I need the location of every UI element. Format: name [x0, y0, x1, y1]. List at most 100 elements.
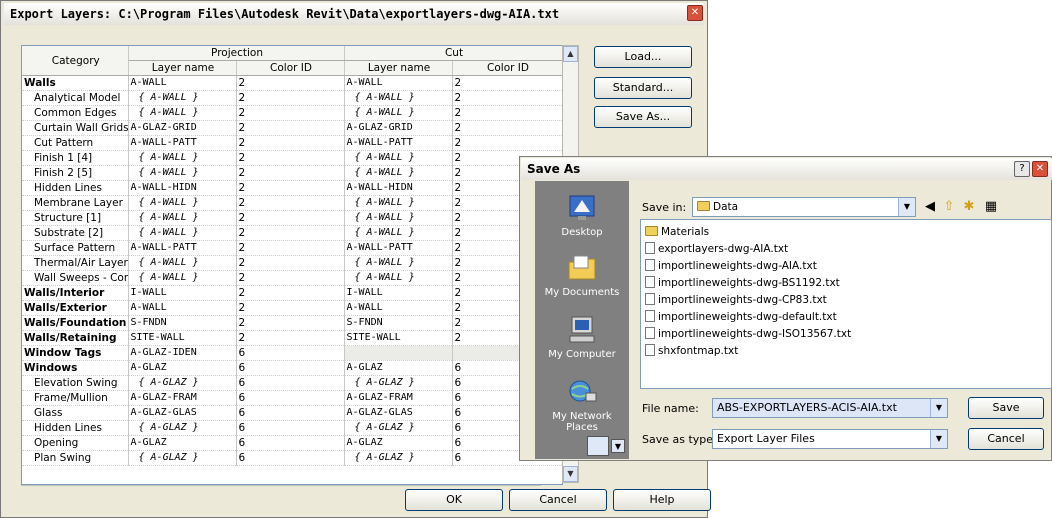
table-row[interactable]: Walls A-WALL 2 A-WALL 2	[22, 75, 562, 91]
cut-layer-cell[interactable]: { A-GLAZ }	[344, 450, 453, 466]
cut-layer-cell[interactable]: { A-WALL }	[344, 165, 453, 181]
cut-layer-cell[interactable]: { A-WALL }	[344, 255, 453, 271]
projection-layer-cell[interactable]: { A-WALL }	[128, 90, 237, 106]
place-desktop[interactable]: Desktop	[535, 193, 629, 238]
projection-color-cell[interactable]: 2	[236, 285, 345, 301]
table-row[interactable]: Finish 1 [4]{ A-WALL } 2{ A-WALL } 2	[22, 150, 562, 166]
table-row[interactable]: Analytical Model{ A-WALL } 2{ A-WALL } 2	[22, 90, 562, 106]
projection-layer-cell[interactable]: { A-WALL }	[128, 210, 237, 226]
projection-color-cell[interactable]: 2	[236, 225, 345, 241]
table-row[interactable]: Curtain Wall Grids A-GLAZ-GRID 2 A-GLAZ-GRI…	[22, 120, 562, 136]
projection-layer-cell[interactable]: A-WALL-HIDN	[128, 180, 237, 196]
table-row[interactable]: Elevation Swing{ A-GLAZ } 6{ A-GLAZ } 6	[22, 375, 562, 391]
scroll-up-icon[interactable]: ▲	[563, 46, 578, 62]
cut-layer-cell[interactable]: A-GLAZ	[344, 435, 453, 451]
projection-layer-cell[interactable]: A-WALL-PATT	[128, 240, 237, 256]
cut-layer-cell[interactable]: S-FNDN	[344, 315, 453, 331]
save-as-type-dropdown[interactable]: Export Layer Files ▼	[712, 429, 948, 449]
table-row[interactable]: Glass A-GLAZ-GLAS 6 A-GLAZ-GLAS 6	[22, 405, 562, 421]
projection-color-cell[interactable]: 2	[236, 315, 345, 331]
projection-color-cell[interactable]: 6	[236, 405, 345, 421]
help-icon[interactable]: ?	[1014, 161, 1030, 177]
projection-layer-cell[interactable]: { A-WALL }	[128, 150, 237, 166]
table-row[interactable]: Frame/Mullion A-GLAZ-FRAM 6 A-GLAZ-FRAM 6	[22, 390, 562, 406]
cut-layer-cell[interactable]	[344, 345, 453, 361]
save-button[interactable]: Save	[968, 397, 1044, 419]
places-scroll-down-icon[interactable]: ▼	[611, 439, 625, 453]
projection-layer-cell[interactable]: { A-WALL }	[128, 105, 237, 121]
list-item[interactable]: importlineweights-dwg-default.txt	[645, 309, 837, 325]
projection-color-cell[interactable]: 2	[236, 135, 345, 151]
projection-color-cell[interactable]: 2	[236, 120, 345, 136]
places-extra-icon[interactable]	[587, 436, 609, 456]
projection-layer-cell[interactable]: { A-WALL }	[128, 225, 237, 241]
table-row[interactable]: Structure [1]{ A-WALL } 2{ A-WALL } 2	[22, 210, 562, 226]
table-row[interactable]: Thermal/Air Layer [{ A-WALL } 2{ A-WALL }…	[22, 255, 562, 271]
place-my-documents[interactable]: My Documents	[535, 253, 629, 298]
cut-layer-cell[interactable]: { A-GLAZ }	[344, 420, 453, 436]
cut-layer-cell[interactable]: { A-WALL }	[344, 90, 453, 106]
table-row[interactable]: Opening A-GLAZ 6 A-GLAZ 6	[22, 435, 562, 451]
table-row[interactable]: Walls/Foundation S-FNDN 2 S-FNDN 2	[22, 315, 562, 331]
cut-layer-cell[interactable]: { A-WALL }	[344, 195, 453, 211]
close-icon[interactable]: ✕	[687, 5, 703, 21]
projection-color-cell[interactable]: 6	[236, 345, 345, 361]
cut-layer-cell[interactable]: A-WALL-PATT	[344, 240, 453, 256]
list-item[interactable]: importlineweights-dwg-ISO13567.txt	[645, 326, 851, 342]
cut-layer-cell[interactable]: { A-WALL }	[344, 105, 453, 121]
projection-layer-cell[interactable]: A-GLAZ-FRAM	[128, 390, 237, 406]
projection-color-cell[interactable]: 2	[236, 255, 345, 271]
projection-layer-cell[interactable]: A-GLAZ	[128, 360, 237, 376]
projection-layer-cell[interactable]: S-FNDN	[128, 315, 237, 331]
projection-color-cell[interactable]: 6	[236, 450, 345, 466]
projection-layer-cell[interactable]: A-GLAZ-GRID	[128, 120, 237, 136]
table-row[interactable]: Membrane Layer{ A-WALL } 2{ A-WALL } 2	[22, 195, 562, 211]
help-button[interactable]: Help	[613, 489, 711, 511]
cut-layer-cell[interactable]: A-GLAZ-GRID	[344, 120, 453, 136]
table-row[interactable]: Wall Sweeps - Corn{ A-WALL } 2{ A-WALL } 2	[22, 270, 562, 286]
projection-layer-cell[interactable]: A-WALL-PATT	[128, 135, 237, 151]
list-item[interactable]: exportlayers-dwg-AIA.txt	[645, 241, 788, 257]
cut-layer-cell[interactable]: A-WALL	[344, 75, 453, 91]
table-row[interactable]: Finish 2 [5]{ A-WALL } 2{ A-WALL } 2	[22, 165, 562, 181]
file-list[interactable]: Materials exportlayers-dwg-AIA.txt importl…	[640, 219, 1052, 389]
table-row[interactable]: Walls/Interior I-WALL 2 I-WALL 2	[22, 285, 562, 301]
cut-layer-cell[interactable]: A-WALL	[344, 300, 453, 316]
view-menu-icon[interactable]: ▦	[983, 199, 999, 215]
cut-color-cell[interactable]: 2	[452, 135, 562, 151]
projection-color-cell[interactable]: 2	[236, 75, 345, 91]
projection-color-cell[interactable]: 6	[236, 390, 345, 406]
cut-layer-cell[interactable]: A-GLAZ-FRAM	[344, 390, 453, 406]
projection-color-cell[interactable]: 2	[236, 210, 345, 226]
projection-layer-cell[interactable]: { A-WALL }	[128, 165, 237, 181]
list-item[interactable]: importlineweights-dwg-CP83.txt	[645, 292, 827, 308]
table-row[interactable]: Common Edges{ A-WALL } 2{ A-WALL } 2	[22, 105, 562, 121]
cut-layer-cell[interactable]: { A-GLAZ }	[344, 375, 453, 391]
list-item[interactable]: Materials	[645, 224, 709, 240]
projection-layer-cell[interactable]: A-GLAZ-GLAS	[128, 405, 237, 421]
table-row[interactable]: Hidden Lines{ A-GLAZ } 6{ A-GLAZ } 6	[22, 420, 562, 436]
cut-color-cell[interactable]: 2	[452, 90, 562, 106]
list-item[interactable]: shxfontmap.txt	[645, 343, 738, 359]
projection-color-cell[interactable]: 2	[236, 330, 345, 346]
table-row[interactable]: Walls/Retaining SITE-WALL 2 SITE-WALL 2	[22, 330, 562, 346]
standard-button[interactable]: Standard...	[594, 77, 692, 99]
save-in-dropdown[interactable]: Data ▼	[692, 197, 916, 217]
back-icon[interactable]: ◀	[922, 199, 938, 215]
projection-color-cell[interactable]: 6	[236, 435, 345, 451]
list-item[interactable]: importlineweights-dwg-AIA.txt	[645, 258, 817, 274]
list-item[interactable]: importlineweights-dwg-BS1192.txt	[645, 275, 840, 291]
cut-layer-cell[interactable]: A-GLAZ	[344, 360, 453, 376]
load-button[interactable]: Load...	[594, 46, 692, 68]
place-my-computer[interactable]: My Computer	[535, 315, 629, 360]
projection-layer-cell[interactable]: { A-GLAZ }	[128, 375, 237, 391]
new-folder-icon[interactable]: ✱	[961, 199, 977, 215]
cut-layer-cell[interactable]: A-GLAZ-GLAS	[344, 405, 453, 421]
cancel-button[interactable]: Cancel	[509, 489, 607, 511]
table-row[interactable]: Cut Pattern A-WALL-PATT 2 A-WALL-PATT 2	[22, 135, 562, 151]
projection-layer-cell[interactable]: { A-WALL }	[128, 255, 237, 271]
projection-color-cell[interactable]: 2	[236, 300, 345, 316]
projection-color-cell[interactable]: 6	[236, 360, 345, 376]
projection-color-cell[interactable]: 2	[236, 165, 345, 181]
cut-layer-cell[interactable]: I-WALL	[344, 285, 453, 301]
